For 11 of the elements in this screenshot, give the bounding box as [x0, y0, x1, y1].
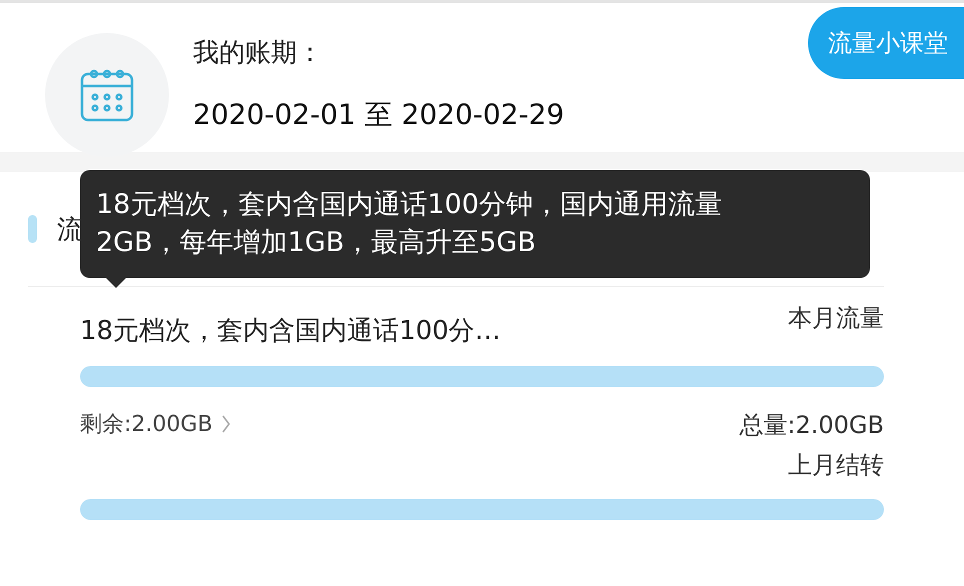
remaining-data[interactable]: 剩余:2.00GB — [80, 409, 213, 439]
billing-period-label: 我的账期： — [193, 37, 324, 70]
plan-name: 18元档次，套内含国内通话100分… — [80, 315, 501, 348]
tooltip: 18元档次，套内含国内通话100分钟，国内通用流量 2GB，每年增加1GB，最高升至5GB — [80, 170, 870, 278]
chevron-right-icon[interactable] — [220, 414, 231, 434]
total-data: 总量:2.00GB — [739, 410, 884, 441]
billing-period: 2020-02-01 至 2020-02-29 — [193, 97, 564, 133]
meter-label: 本月流量 — [788, 302, 884, 334]
tooltip-pointer — [106, 278, 126, 288]
meter-label: 上月结转 — [788, 450, 884, 481]
section-marker — [28, 215, 37, 243]
